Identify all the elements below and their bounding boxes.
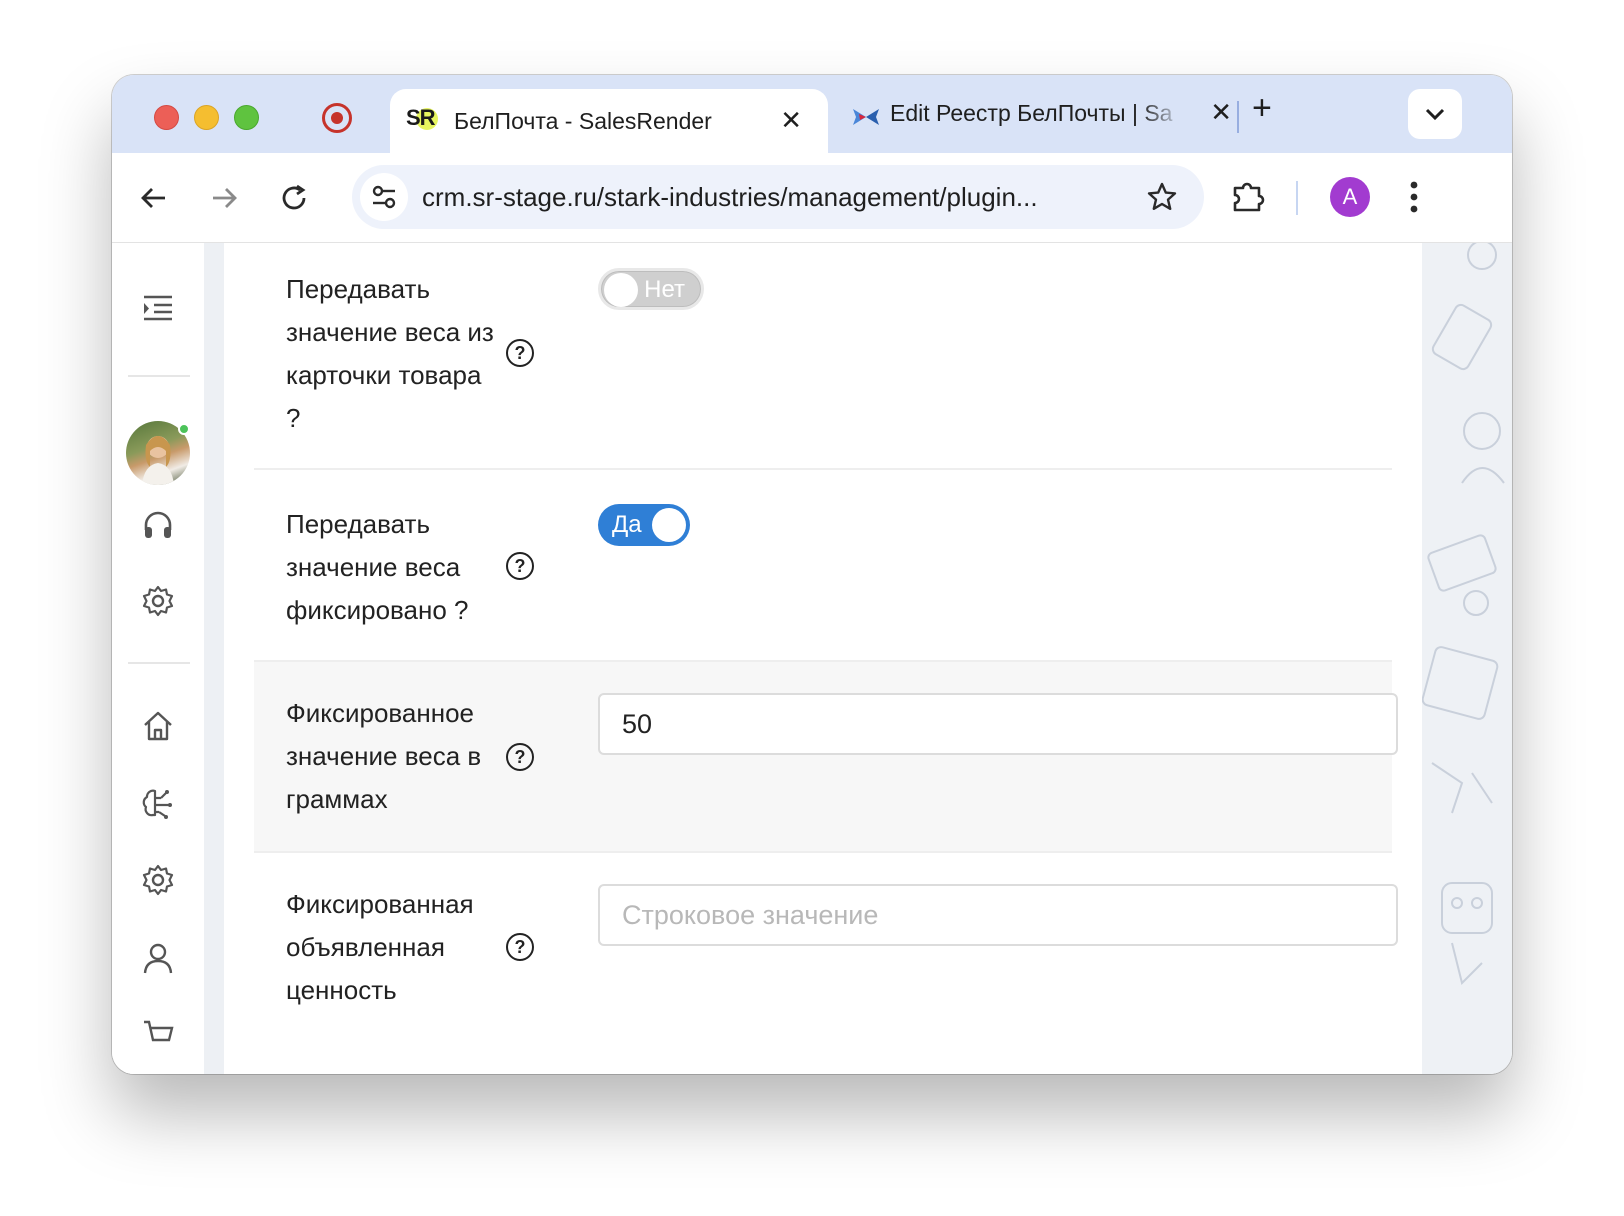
weight-from-product-toggle[interactable]: Нет [598,268,704,310]
background-pattern [1421,243,1512,1074]
form-row: Передавать значение веса фиксировано ? ?… [254,470,1392,662]
tab-belpochta[interactable]: SR БелПочта - SalesRender ✕ [390,89,828,161]
declared-value-input[interactable] [598,884,1398,946]
background-pattern [204,243,224,1074]
tab-title: Edit Реестр БелПочты | Sa [890,100,1173,126]
maximize-window-button[interactable] [234,105,259,130]
address-bar[interactable]: crm.sr-stage.ru/stark-industries/managem… [352,165,1204,229]
site-settings-icon[interactable] [360,173,408,221]
menu-expand-icon[interactable] [138,288,178,328]
tab-edit-registry[interactable]: Edit Реестр БелПочты | Sa ✕ [828,89,1240,149]
form-row: Передавать значение веса из карточки тов… [254,243,1392,470]
recording-icon[interactable] [322,103,352,133]
help-icon[interactable]: ? [506,743,534,771]
field-label: Фиксированная объявленная ценность [286,889,474,1005]
cart-icon[interactable] [138,1015,178,1055]
browser-toolbar: crm.sr-stage.ru/stark-industries/managem… [112,153,1512,243]
tab-search-button[interactable] [1408,89,1462,139]
headset-icon[interactable] [138,505,178,545]
browser-menu-icon[interactable] [1408,177,1420,222]
chevron-down-icon [1425,108,1445,121]
toggle-knob [652,508,686,542]
browser-window: SR БелПочта - SalesRender ✕ Edit Реестр … [112,75,1512,1074]
minimize-window-button[interactable] [194,105,219,130]
bookmark-star-icon[interactable] [1146,181,1178,218]
online-status-dot [178,423,190,435]
form-row: Фиксированная объявленная ценность ? [254,853,1398,1074]
tab-title: БелПочта - SalesRender [454,108,712,134]
profile-avatar[interactable]: A [1330,177,1370,217]
toggle-knob [604,273,638,307]
toggle-label: Нет [644,276,685,303]
help-icon[interactable]: ? [506,552,534,580]
field-label: Передавать значение веса фиксировано ? [286,509,469,625]
fixed-weight-toggle[interactable]: Да [598,504,690,546]
field-label: Передавать значение веса из карточки тов… [286,274,494,433]
page-viewport: Передавать значение веса из карточки тов… [112,243,1512,1074]
user-icon[interactable] [138,938,178,978]
close-tab-icon[interactable]: ✕ [1210,99,1232,125]
form-row: Фиксированное значение веса в граммах ? [254,662,1398,853]
sidebar-divider [128,375,190,377]
butterfly-favicon-icon [853,109,879,125]
extensions-puzzle-icon[interactable] [1230,179,1266,220]
help-icon[interactable]: ? [506,933,534,961]
sidebar-divider [128,662,190,664]
help-icon[interactable]: ? [506,339,534,367]
tab-separator [1237,101,1239,133]
salesrender-favicon-icon: SR [406,105,438,135]
field-label: Фиксированное значение веса в граммах [286,698,482,814]
tab-strip: SR БелПочта - SalesRender ✕ Edit Реестр … [112,75,1512,161]
toolbar-separator [1296,181,1298,215]
sidebar [112,243,204,1074]
gear-icon[interactable] [138,581,178,621]
url-text: crm.sr-stage.ru/stark-industries/managem… [422,182,1038,212]
back-icon[interactable] [136,180,172,216]
fixed-weight-grams-input[interactable] [598,693,1398,755]
close-window-button[interactable] [154,105,179,130]
reload-icon[interactable] [276,180,312,216]
toggle-label: Да [612,511,642,538]
home-icon[interactable] [138,706,178,746]
plugin-settings-form: Передавать значение веса из карточки тов… [224,243,1422,1074]
gear-icon[interactable] [138,860,178,900]
forward-icon[interactable] [206,180,242,216]
new-tab-icon[interactable]: + [1252,91,1272,125]
close-tab-icon[interactable]: ✕ [780,107,802,133]
brain-icon[interactable] [138,783,178,823]
